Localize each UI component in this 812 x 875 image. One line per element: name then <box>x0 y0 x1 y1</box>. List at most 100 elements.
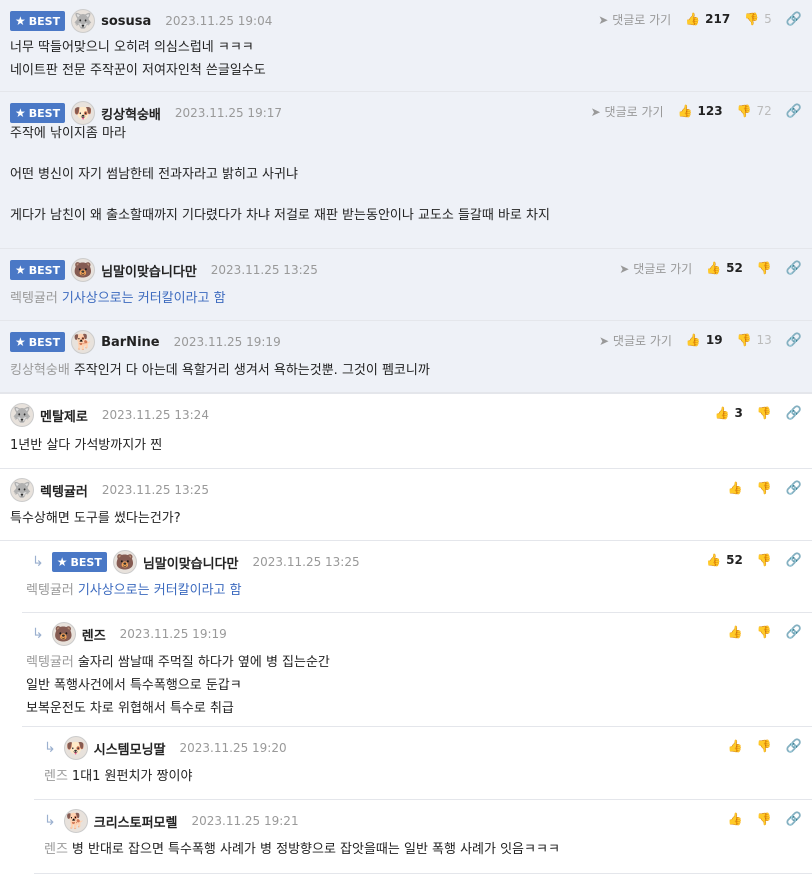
dislike-button[interactable]: 👎 <box>757 625 772 639</box>
reply-item: ↳ 🐻 렌즈 2023.11.25 19:19 👍 👎 🔗 렉텡귤러 술자리 쌈날… <box>22 613 812 727</box>
dislike-button[interactable]: 👎 <box>757 739 772 753</box>
comment-meta: ★ BEST 🐶 킹상혁숭배 2023.11.25 19:17 <box>10 101 282 125</box>
link-icon[interactable]: 🔗 <box>786 12 802 27</box>
link-icon[interactable]: 🔗 <box>786 812 802 827</box>
best-badge: ★ BEST <box>10 260 66 280</box>
dislike-button[interactable]: 👎 5 <box>744 12 772 26</box>
star-icon: ★ <box>15 263 26 277</box>
like-button[interactable]: 👍 <box>728 625 743 639</box>
comment-actions: ➤ 댓글로 가기 👍 52 👎 🔗 <box>619 258 802 278</box>
reply-item: ↳ ★ BEST 🐻 님말이맞습니다만 2023.11.25 13:25 👍 52 … <box>22 541 812 613</box>
avatar[interactable]: 🐻 <box>112 550 137 574</box>
thumbs-down-icon: 👎 <box>744 12 760 26</box>
mention[interactable]: 렉텡귤러 <box>10 291 58 306</box>
thumbs-up-icon: 👍 <box>727 625 743 639</box>
thumbs-down-icon: 👎 <box>756 553 772 567</box>
best-badge: ★ BEST <box>10 332 66 352</box>
like-button[interactable]: 👍 217 <box>685 12 730 26</box>
author-name[interactable]: 님말이맞습니다만 <box>143 553 239 572</box>
avatar[interactable]: 🐶 <box>63 736 88 760</box>
mention[interactable]: 렌즈 <box>44 769 68 784</box>
goto-reply-button[interactable]: ➤ 댓글로 가기 <box>591 103 664 120</box>
thumbs-up-icon: 👍 <box>677 104 693 118</box>
comment-text: 1년반 살다 가석방까지가 찐 <box>10 438 163 453</box>
send-icon: ➤ <box>619 261 630 276</box>
comment-meta: 🐺 렉텡귤러 2023.11.25 13:25 <box>10 478 209 502</box>
dislike-button[interactable]: 👎 <box>757 406 772 420</box>
link-icon[interactable]: 🔗 <box>786 406 802 421</box>
author-name[interactable]: 시스템모닝딸 <box>94 739 166 758</box>
link-icon[interactable]: 🔗 <box>786 104 802 119</box>
like-button[interactable]: 👍 <box>728 481 743 495</box>
goto-reply-button[interactable]: ➤ 댓글로 가기 <box>598 11 671 28</box>
author-name[interactable]: 킹상혁숭배 <box>101 104 161 123</box>
link-icon[interactable]: 🔗 <box>786 553 802 568</box>
thumbs-down-icon: 👎 <box>756 739 772 753</box>
author-name[interactable]: BarNine <box>101 335 160 350</box>
mention[interactable]: 렌즈 <box>44 842 68 857</box>
like-button[interactable]: 👍 <box>728 739 743 753</box>
dislike-button[interactable]: 👎 13 <box>737 333 772 347</box>
mention[interactable]: 렉텡귤러 <box>26 583 74 598</box>
dislike-button[interactable]: 👎 <box>757 553 772 567</box>
link-icon[interactable]: 🔗 <box>786 333 802 348</box>
author-name[interactable]: sosusa <box>101 14 151 29</box>
mention[interactable]: 킹상혁숭배 <box>10 363 70 378</box>
reply-arrow-icon: ↳ <box>32 626 44 642</box>
thumbs-down-icon: 👎 <box>756 481 772 495</box>
thumbs-up-icon: 👍 <box>727 812 743 826</box>
star-icon: ★ <box>15 14 26 28</box>
mention[interactable]: 렉텡귤러 <box>26 655 74 670</box>
dislike-button[interactable]: 👎 <box>757 261 772 275</box>
like-button[interactable]: 👍 123 <box>678 104 723 118</box>
avatar[interactable]: 🐕 <box>71 330 96 354</box>
comment-actions: 👍 52 👎 🔗 <box>706 550 802 570</box>
avatar[interactable]: 🐺 <box>10 478 34 502</box>
like-button[interactable]: 👍 52 <box>706 261 743 275</box>
comment-meta: ↳ 🐻 렌즈 2023.11.25 19:19 <box>32 622 227 646</box>
comment-body: 렌즈 1대1 원펀치가 짱이야 <box>44 765 802 788</box>
avatar[interactable]: 🐻 <box>71 258 96 282</box>
author-name[interactable]: 멘탈제로 <box>40 406 88 425</box>
link-icon[interactable]: 🔗 <box>786 481 802 496</box>
comment-meta: ★ BEST 🐕 BarNine 2023.11.25 19:19 <box>10 330 281 354</box>
dislike-button[interactable]: 👎 <box>757 812 772 826</box>
comment-body: 너무 딱들어맞으니 오히려 의심스럽네 ㅋㅋㅋ 네이트판 전문 주작꾼이 저여자… <box>10 40 266 78</box>
goto-reply-button[interactable]: ➤ 댓글로 가기 <box>619 260 692 277</box>
comment-date: 2023.11.25 19:20 <box>179 741 287 755</box>
like-button[interactable]: 👍 19 <box>686 333 723 347</box>
link-icon[interactable]: 🔗 <box>786 625 802 640</box>
comment-text: 병 반대로 잡으면 특수폭행 사례가 병 정방향으로 잡앗을때는 일반 폭행 사… <box>71 842 560 857</box>
comment-meta: ↳ 🐕 크리스토퍼모렐 2023.11.25 19:21 <box>44 809 299 833</box>
comment-date: 2023.11.25 13:24 <box>101 408 209 422</box>
author-name[interactable]: 님말이맞습니다만 <box>101 261 197 280</box>
author-name[interactable]: 렉텡귤러 <box>40 481 88 500</box>
comment-date: 2023.11.25 19:21 <box>191 814 299 828</box>
goto-reply-button[interactable]: ➤ 댓글로 가기 <box>599 332 672 349</box>
comment-actions: 👍 👎 🔗 <box>728 809 802 829</box>
dislike-button[interactable]: 👎 <box>757 481 772 495</box>
author-name[interactable]: 렌즈 <box>82 625 106 644</box>
comment-date: 2023.11.25 19:04 <box>165 14 273 28</box>
thumbs-down-icon: 👎 <box>756 261 772 275</box>
avatar[interactable]: 🐺 <box>10 403 34 427</box>
comment-item: ★ BEST 🐕 BarNine 2023.11.25 19:19 ➤ 댓글로 가… <box>0 321 812 393</box>
reply-item: ↳ 🐶 시스템모닝딸 2023.11.25 19:20 👍 👎 🔗 렌즈 1대1 … <box>34 727 812 800</box>
thumbs-down-icon: 👎 <box>756 406 772 420</box>
thumbs-up-icon: 👍 <box>685 12 701 26</box>
like-button[interactable]: 👍 <box>728 812 743 826</box>
author-name[interactable]: 크리스토퍼모렐 <box>94 812 178 831</box>
like-button[interactable]: 👍 3 <box>715 406 743 420</box>
avatar[interactable]: 🐕 <box>63 809 88 833</box>
best-badge: ★ BEST <box>10 103 66 123</box>
reply-arrow-icon: ↳ <box>44 740 56 756</box>
dislike-button[interactable]: 👎 72 <box>737 104 772 118</box>
avatar[interactable]: 🐻 <box>51 622 76 646</box>
like-button[interactable]: 👍 52 <box>706 553 743 567</box>
star-icon: ★ <box>15 335 26 349</box>
comment-meta: ↳ ★ BEST 🐻 님말이맞습니다만 2023.11.25 13:25 <box>32 550 360 574</box>
link-icon[interactable]: 🔗 <box>786 739 802 754</box>
avatar[interactable]: 🐺 <box>71 9 96 33</box>
avatar[interactable]: 🐶 <box>71 101 96 125</box>
link-icon[interactable]: 🔗 <box>786 261 802 276</box>
